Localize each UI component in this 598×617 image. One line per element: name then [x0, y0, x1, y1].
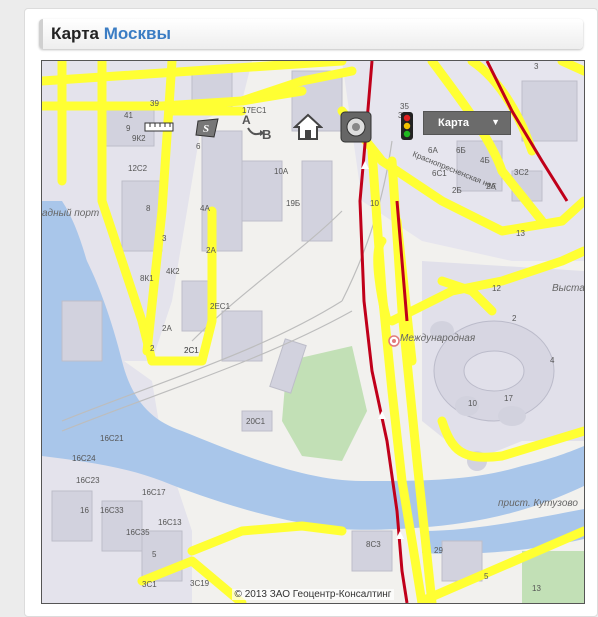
map-canvas[interactable]: 39 41 9 9К2 12С2 8 6 3 8К1 4К2 2 2А 2С1 …: [41, 60, 585, 604]
label-prist: прист. Кутузово: [498, 498, 578, 509]
svg-text:16С13: 16С13: [158, 518, 182, 527]
svg-text:B: B: [262, 127, 271, 142]
svg-text:3С1: 3С1: [142, 580, 157, 589]
svg-text:2: 2: [150, 344, 155, 353]
route-ab-icon[interactable]: AB: [240, 111, 276, 143]
metro-marker[interactable]: [388, 335, 400, 347]
svg-text:13: 13: [516, 229, 525, 238]
label-port: адный порт: [42, 208, 99, 219]
svg-text:16: 16: [80, 506, 89, 515]
page-title: Карта Москвы: [51, 24, 171, 44]
svg-text:16С35: 16С35: [126, 528, 150, 537]
svg-text:8К1: 8К1: [140, 274, 154, 283]
svg-text:6: 6: [196, 142, 201, 151]
chevron-down-icon: ▼: [491, 117, 500, 127]
svg-text:2Б: 2Б: [452, 186, 462, 195]
zoom-settings-icon[interactable]: [340, 111, 372, 143]
map-widget-card: Карта Москвы 39 41 9 9К2 12С2 8 6 3 8К1 …: [24, 8, 598, 617]
svg-text:2: 2: [512, 314, 517, 323]
svg-text:5: 5: [484, 572, 489, 581]
map-copyright: © 2013 ЗАО Геоцентр-Консалтинг: [42, 589, 584, 600]
svg-text:16С24: 16С24: [72, 454, 96, 463]
svg-text:4Б: 4Б: [480, 156, 490, 165]
svg-text:12С2: 12С2: [128, 164, 148, 173]
svg-text:8С3: 8С3: [366, 540, 381, 549]
svg-text:6Б: 6Б: [456, 146, 466, 155]
svg-text:9: 9: [126, 124, 131, 133]
map-type-selected: Карта: [438, 117, 470, 129]
ruler-icon[interactable]: [144, 121, 174, 133]
svg-text:39: 39: [150, 99, 159, 108]
map-type-dropdown[interactable]: Карта ▼: [423, 111, 511, 135]
svg-text:3С19: 3С19: [190, 579, 210, 588]
label-vysta: Выста: [552, 283, 584, 294]
svg-text:10А: 10А: [274, 167, 289, 176]
svg-text:19Б: 19Б: [286, 199, 300, 208]
svg-text:41: 41: [124, 111, 133, 120]
title-prefix: Карта: [51, 24, 99, 43]
svg-text:10: 10: [370, 199, 379, 208]
svg-text:17: 17: [504, 394, 513, 403]
title-city: Москвы: [103, 24, 171, 43]
svg-text:2С1: 2С1: [184, 346, 199, 355]
svg-text:4К2: 4К2: [166, 267, 180, 276]
traffic-light-icon[interactable]: [399, 111, 415, 141]
svg-text:S: S: [203, 123, 209, 135]
svg-text:2А: 2А: [162, 324, 172, 333]
svg-text:5: 5: [152, 550, 157, 559]
area-measure-icon[interactable]: S: [194, 117, 222, 139]
svg-text:4: 4: [550, 356, 555, 365]
home-icon[interactable]: [293, 113, 323, 141]
map-tiles[interactable]: 39 41 9 9К2 12С2 8 6 3 8К1 4К2 2 2А 2С1 …: [42, 61, 584, 603]
svg-text:4А: 4А: [200, 204, 210, 213]
svg-text:2А: 2А: [206, 246, 216, 255]
svg-text:29: 29: [434, 546, 443, 555]
svg-text:A: A: [242, 113, 251, 127]
svg-text:20С1: 20С1: [246, 417, 266, 426]
svg-text:12: 12: [492, 284, 501, 293]
svg-text:3: 3: [534, 62, 539, 71]
svg-text:16С17: 16С17: [142, 488, 166, 497]
svg-text:2ЕС1: 2ЕС1: [210, 302, 231, 311]
svg-text:3: 3: [162, 234, 167, 243]
svg-text:3С2: 3С2: [514, 168, 529, 177]
svg-text:16С21: 16С21: [100, 434, 124, 443]
svg-text:8: 8: [146, 204, 151, 213]
svg-text:10: 10: [468, 399, 477, 408]
svg-text:35: 35: [400, 102, 409, 111]
copyright-text: © 2013 ЗАО Геоцентр-Консалтинг: [231, 589, 395, 600]
svg-text:16С23: 16С23: [76, 476, 100, 485]
header-accent: [39, 19, 43, 49]
svg-text:16С33: 16С33: [100, 506, 124, 515]
svg-text:6А: 6А: [428, 146, 438, 155]
widget-header: Карта Москвы: [39, 19, 583, 49]
label-mezhdunarodnaya: Международная: [400, 333, 476, 344]
svg-text:9К2: 9К2: [132, 134, 146, 143]
